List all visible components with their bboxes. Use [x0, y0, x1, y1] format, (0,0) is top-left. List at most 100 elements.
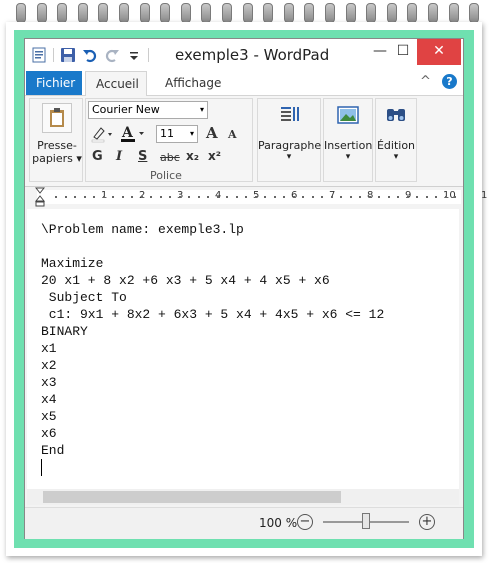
ruler-tick [55, 196, 57, 198]
paragraph-group[interactable]: Paragraphe ▾ [257, 98, 321, 182]
shrink-font-button[interactable]: A [228, 128, 237, 141]
spiral-ring [386, 3, 397, 23]
document-area[interactable]: \Problem name: exemple3.lp Maximize 20 x1 … [27, 209, 459, 489]
ruler-tick [321, 196, 323, 198]
spiral-ring [98, 3, 109, 23]
ruler-tick [254, 196, 257, 198]
zoom-in-button[interactable]: + [419, 514, 435, 530]
ruler-tick [406, 196, 409, 198]
document-line: x2 [41, 358, 57, 373]
help-icon[interactable]: ? [442, 74, 457, 89]
document-line: x6 [41, 426, 57, 441]
subscript-button[interactable]: x₂ [186, 149, 199, 163]
spiral-ring [407, 3, 418, 23]
spiral-ring [469, 3, 480, 23]
ruler-tick [416, 196, 418, 198]
insert-group[interactable]: Insertion ▾ [323, 98, 373, 182]
ruler-tick [368, 196, 371, 198]
ruler[interactable]: 123456789101 [25, 187, 487, 207]
ruler-tick [454, 196, 456, 198]
chevron-down-icon: ▾ [286, 152, 292, 162]
ruler-tick [425, 196, 428, 198]
ruler-tick [102, 196, 105, 198]
maximize-button[interactable]: ☐ [389, 39, 417, 65]
grow-font-button[interactable]: A [206, 124, 218, 142]
spiral-ring [345, 3, 356, 23]
spiral-ring [428, 3, 438, 23]
tab-accueil[interactable]: Accueil [85, 71, 147, 96]
ruler-tick [283, 196, 285, 198]
spiral-ring [448, 3, 459, 23]
chevron-down-icon: ▾ [393, 152, 399, 162]
binoculars-icon [384, 103, 408, 127]
spiral-ring [263, 3, 274, 23]
ruler-tick [112, 196, 114, 198]
toolbar-separator [148, 48, 149, 62]
ruler-tick [397, 196, 399, 198]
spiral-ring [242, 3, 253, 23]
text-color-icon[interactable]: A [120, 124, 148, 144]
ruler-tick [435, 196, 437, 198]
close-button[interactable]: ✕ [417, 39, 461, 65]
superscript-button[interactable]: x² [208, 149, 221, 163]
font-group-label: Police [150, 169, 182, 182]
document-line: c1: 9x1 + 8x2 + 6x3 + 5 x4 + 4x5 + x6 <=… [41, 307, 385, 322]
font-size-select[interactable]: 11 ▾ [156, 125, 198, 143]
indent-marker-icon[interactable] [34, 187, 46, 207]
ruler-tick [292, 196, 295, 198]
save-icon[interactable] [60, 47, 76, 63]
italic-button[interactable]: I [116, 149, 122, 164]
spiral-ring [283, 3, 294, 23]
ruler-tick [131, 196, 133, 198]
document-line: x1 [41, 341, 57, 356]
document-line: Subject To [41, 290, 127, 305]
ruler-tick [302, 196, 304, 198]
ruler-tick [311, 196, 314, 198]
strikethrough-button[interactable]: abc [160, 151, 180, 164]
quick-access-toolbar [31, 47, 149, 63]
tab-fichier[interactable]: Fichier [26, 71, 82, 95]
ruler-tick [64, 196, 67, 198]
zoom-out-button[interactable]: − [297, 514, 313, 530]
document-line: x3 [41, 375, 57, 390]
highlight-icon[interactable] [90, 125, 114, 143]
ruler-tick [340, 196, 342, 198]
paste-label-line2: papiers ▾ [32, 152, 82, 165]
spiral-ring [57, 3, 68, 23]
ruler-tick [245, 196, 247, 198]
ruler-tick [159, 196, 162, 198]
paste-button[interactable] [42, 103, 72, 133]
status-bar: 100 % − + [25, 507, 463, 539]
spiral-ring [180, 3, 191, 23]
bold-button[interactable]: G [92, 149, 103, 164]
toolbar-separator [53, 48, 54, 62]
underline-button[interactable]: S [138, 149, 147, 164]
wordpad-app-icon[interactable] [31, 47, 47, 63]
spiral-ring [325, 3, 335, 23]
ribbon-tabs: Fichier Accueil Affichage ^ ? [25, 71, 463, 96]
ruler-tick [387, 196, 390, 198]
horizontal-scrollbar[interactable] [27, 489, 459, 505]
ruler-tick [83, 196, 86, 198]
font-size-value: 11 [160, 127, 174, 140]
ruler-tick [359, 196, 361, 198]
svg-text:A: A [121, 125, 134, 141]
tab-affichage[interactable]: Affichage [155, 71, 231, 95]
spiral-ring [201, 3, 212, 23]
zoom-slider-thumb[interactable] [362, 513, 370, 529]
edit-group[interactable]: Édition ▾ [375, 98, 417, 182]
ruler-tick [264, 196, 266, 198]
ruler-tick [207, 196, 209, 198]
document-line: Maximize [41, 256, 104, 271]
scrollbar-thumb[interactable] [43, 491, 341, 503]
customize-toolbar-icon[interactable] [126, 47, 142, 63]
redo-icon[interactable] [104, 47, 120, 63]
undo-icon[interactable] [82, 47, 98, 63]
ruler-tick [226, 196, 228, 198]
font-family-value: Courier New [92, 103, 160, 116]
ruler-tick [444, 196, 447, 198]
collapse-ribbon-icon[interactable]: ^ [420, 74, 431, 89]
font-family-select[interactable]: Courier New ▾ [88, 101, 208, 119]
ruler-tick [93, 196, 95, 198]
paragraph-icon [278, 103, 302, 127]
